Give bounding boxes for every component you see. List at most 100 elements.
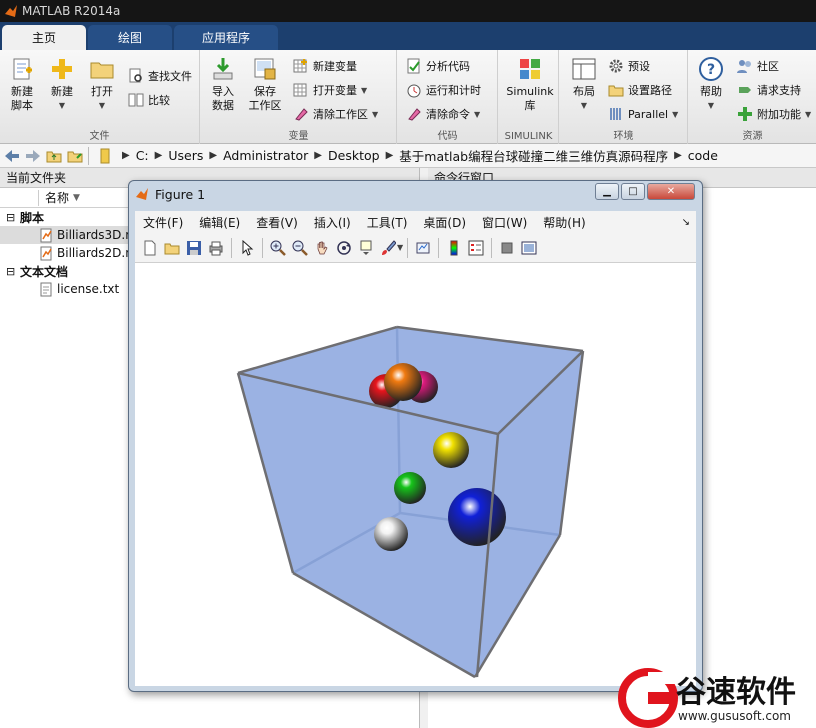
collapse-icon[interactable]: ⊟ [6,265,16,278]
chevron-down-icon: ▼ [707,101,715,110]
set-path-button[interactable]: 设置路径 [608,80,672,100]
request-support-button[interactable]: 请求支持 [737,80,801,100]
ribbon-group-environment: 布局 ▼ 预设 设置路径 Parallel ▼ 环境 [560,50,688,144]
print-figure-button[interactable] [205,237,227,259]
blue-ball [448,488,506,546]
find-files-button[interactable]: 查找文件 [128,66,192,86]
menu-file[interactable]: 文件(F) [135,214,191,231]
menu-desktop[interactable]: 桌面(D) [415,214,474,231]
new-file-icon [144,240,156,255]
open-variable-button[interactable]: 打开变量 ▼ [293,80,367,100]
divider [407,237,409,258]
help-button[interactable]: ? 帮助 ▼ [689,56,733,113]
analyze-code-button[interactable]: 分析代码 [406,56,470,76]
minimize-icon: ▁ [603,186,611,197]
menu-view[interactable]: 查看(V) [248,214,306,231]
menu-insert[interactable]: 插入(I) [306,214,359,231]
white-ball [374,517,408,551]
layout-button[interactable]: 布局 ▼ [562,56,606,113]
new-button[interactable]: 新建 ▼ [40,56,84,113]
tab-apps[interactable]: 应用程序 [174,25,278,50]
data-cursor-button[interactable] [355,237,377,259]
brush-dropdown-chevron-icon[interactable]: ▼ [397,243,403,252]
3d-cube-scene[interactable] [135,263,696,686]
new-script-icon [13,58,32,80]
ribbon-group-code: 分析代码 运行和计时 清除命令 ▼ 代码 [398,50,498,144]
zoom-out-button[interactable] [289,237,311,259]
community-button[interactable]: 社区 [737,56,779,76]
preferences-button[interactable]: 预设 [608,56,650,76]
compare-button[interactable]: 比较 [128,90,170,110]
menu-edit[interactable]: 编辑(E) [191,214,248,231]
divider [88,146,89,165]
breadcrumb-item[interactable]: Desktop [324,148,384,163]
zoom-out-icon [292,240,308,256]
insert-legend-button[interactable] [465,237,487,259]
edit-plot-button[interactable] [236,237,258,259]
add-ons-button[interactable]: 附加功能 ▼ [737,104,811,124]
divider [231,237,232,258]
watermark-text: 谷速软件 [676,675,796,710]
browse-folder-button[interactable] [66,147,84,165]
brush-button[interactable] [377,237,399,259]
figure-window[interactable]: Figure 1 ▁ □ ✕ 文件(F) 编辑(E) 查看(V) 插入(I) 工… [128,180,703,692]
run-and-time-button[interactable]: 运行和计时 [406,80,481,100]
up-folder-button[interactable] [45,147,63,165]
breadcrumb-item[interactable]: Administrator [219,148,312,163]
minimize-button[interactable]: ▁ [595,183,619,200]
import-data-button[interactable]: 导入 数据 [201,56,245,113]
gear-icon [609,59,623,73]
link-plot-button[interactable] [412,237,434,259]
forward-button[interactable] [24,147,42,165]
clear-workspace-button[interactable]: 清除工作区 ▼ [293,104,378,124]
show-plot-tools-button[interactable] [518,237,540,259]
chevron-down-icon: ▼ [672,109,679,119]
rotate-3d-button[interactable] [333,237,355,259]
app-title-bar: MATLAB R2014a [0,0,816,22]
zoom-in-button[interactable] [267,237,289,259]
close-button[interactable]: ✕ [647,183,695,200]
back-button[interactable] [3,147,21,165]
maximize-icon: □ [628,186,638,197]
parallel-button[interactable]: Parallel ▼ [608,104,678,124]
open-button[interactable]: 打开 ▼ [80,56,124,113]
figure-title: Figure 1 [155,186,206,202]
new-figure-button[interactable] [139,237,161,259]
menu-tools[interactable]: 工具(T) [359,214,416,231]
breadcrumb-item[interactable]: C: [132,148,153,163]
hand-pan-icon [317,241,328,254]
matlab-logo-icon [5,5,17,17]
dock-arrow-icon[interactable]: ↘ [682,217,690,228]
breadcrumb-separator-icon: ▶ [314,150,322,161]
breadcrumb-item[interactable]: code [684,148,722,163]
legend-icon [468,240,484,255]
forward-arrow-icon [26,149,40,162]
new-script-button[interactable]: 新建 脚本 [0,56,44,113]
compare-icon [128,93,144,107]
breadcrumb-item[interactable]: 基于matlab编程台球碰撞二维三维仿真源码程序 [395,146,672,165]
hide-plot-tools-button[interactable] [496,237,518,259]
collapse-icon[interactable]: ⊟ [6,211,16,224]
tab-home[interactable]: 主页 [2,25,86,50]
save-figure-button[interactable] [183,237,205,259]
insert-colorbar-button[interactable] [443,237,465,259]
breadcrumb-item[interactable]: Users [164,148,207,163]
clear-commands-button[interactable]: 清除命令 ▼ [406,104,480,124]
import-data-icon [213,58,233,80]
menu-window[interactable]: 窗口(W) [474,214,535,231]
clear-commands-icon [408,108,421,121]
maximize-button[interactable]: □ [621,183,645,200]
add-ons-icon [738,107,752,121]
tab-plots[interactable]: 绘图 [88,25,172,50]
pan-button[interactable] [311,237,333,259]
run-and-time-icon [407,84,421,98]
save-workspace-button[interactable]: 保存 工作区 [243,56,287,113]
open-folder-icon [90,62,114,79]
open-file-button[interactable] [161,237,183,259]
set-path-icon [608,85,624,97]
simulink-library-button[interactable]: Simulink 库 [505,56,555,113]
new-variable-button[interactable]: 新建变量 [293,56,357,76]
figure-canvas[interactable] [135,263,696,686]
menu-help[interactable]: 帮助(H) [535,214,593,231]
brush-icon [382,239,396,255]
